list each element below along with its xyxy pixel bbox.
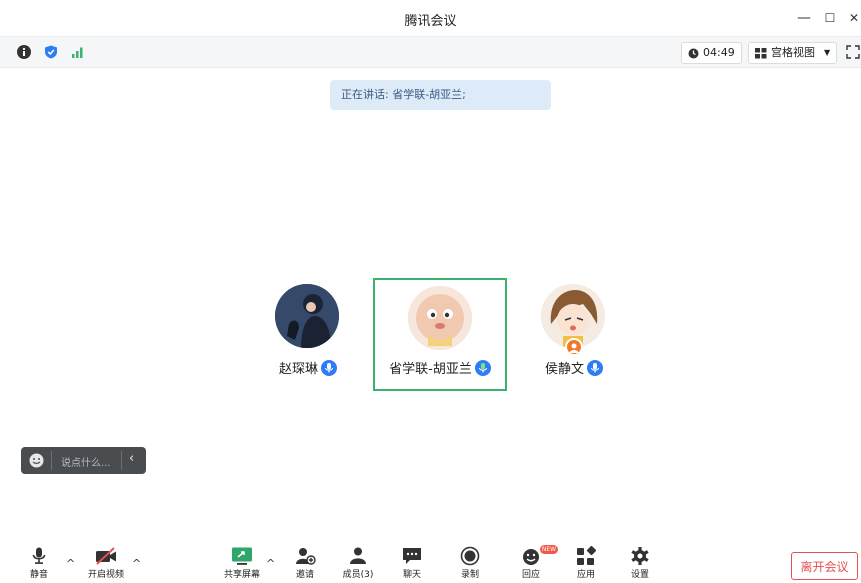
- grid-icon: [755, 47, 767, 58]
- apps-icon: [577, 546, 597, 565]
- divider: [121, 451, 122, 470]
- members-icon: [350, 547, 366, 564]
- view-mode-dropdown[interactable]: 宫格视图 ▼: [748, 42, 838, 64]
- new-badge: NEW: [540, 545, 558, 554]
- start-video-button[interactable]: 开启视频: [84, 546, 128, 582]
- divider: [51, 451, 52, 470]
- audio-options-caret-icon[interactable]: ^: [66, 557, 75, 570]
- invite-button[interactable]: 邀请: [283, 546, 327, 582]
- avatar: [275, 284, 339, 348]
- record-button[interactable]: 录制: [448, 546, 492, 582]
- participant-name: 赵琛琳: [278, 362, 318, 377]
- share-screen-icon: [232, 547, 252, 565]
- members-label: 成员(3): [342, 570, 374, 580]
- title-bar: 腾讯会议 — ☐ ✕: [0, 0, 861, 37]
- bottom-toolbar: 静音 ^ 开启视频 ^ 共享屏幕 ^ 邀请 成员(3) 聊天 录制 回应 应用 …: [0, 536, 861, 583]
- start-video-label: 开启视频: [87, 570, 124, 580]
- apps-button[interactable]: 应用: [564, 546, 608, 582]
- mic-icon: [321, 359, 337, 376]
- participant-tile[interactable]: 赵琛琳: [243, 278, 373, 390]
- share-screen-label: 共享屏幕: [223, 570, 260, 580]
- video-options-caret-icon[interactable]: ^: [132, 557, 141, 570]
- chat-label: 聊天: [402, 570, 421, 580]
- record-icon: [460, 546, 480, 566]
- share-screen-button[interactable]: 共享屏幕: [220, 546, 264, 582]
- host-badge-icon: [565, 338, 583, 356]
- shield-icon[interactable]: [44, 45, 58, 59]
- microphone-icon: [32, 547, 46, 564]
- fullscreen-icon[interactable]: [846, 45, 860, 59]
- signal-icon[interactable]: [71, 45, 85, 59]
- minimize-button[interactable]: —: [794, 9, 814, 27]
- leave-meeting-button[interactable]: 离开会议: [791, 552, 858, 580]
- collapse-chevron-icon[interactable]: ‹: [129, 451, 134, 466]
- video-off-icon: [96, 547, 116, 565]
- speaking-indicator: 正在讲话: 省学联-胡亚兰;: [330, 80, 551, 110]
- clock-icon: [688, 48, 699, 58]
- add-user-icon: [296, 548, 316, 565]
- window-title: 腾讯会议: [404, 14, 457, 29]
- settings-label: 设置: [630, 570, 649, 580]
- share-options-caret-icon[interactable]: ^: [266, 557, 275, 570]
- chat-button[interactable]: 聊天: [390, 546, 434, 582]
- avatar: [408, 286, 472, 350]
- participant-tile-active[interactable]: 省学联-胡亚兰: [373, 278, 507, 391]
- invite-label: 邀请: [295, 570, 314, 580]
- gear-icon: [631, 547, 649, 565]
- participant-name-row: 赵琛琳: [243, 358, 373, 377]
- participant-name: 侯静文: [544, 362, 584, 377]
- mute-label: 静音: [29, 570, 48, 580]
- timer-value: 04:49: [703, 46, 735, 59]
- chat-icon: [403, 548, 421, 564]
- members-button[interactable]: 成员(3): [336, 546, 380, 582]
- apps-label: 应用: [576, 570, 595, 580]
- mic-icon: [587, 359, 603, 376]
- view-mode-label: 宫格视图: [771, 46, 815, 59]
- participant-name-row: 省学联-胡亚兰: [375, 358, 505, 377]
- record-label: 录制: [460, 570, 479, 580]
- quick-chat-box[interactable]: 说点什么... ‹: [21, 447, 146, 474]
- meeting-timer[interactable]: 04:49: [681, 42, 742, 64]
- mic-speaking-icon: [474, 359, 491, 376]
- info-icon[interactable]: [17, 45, 31, 59]
- chat-input[interactable]: 说点什么...: [61, 454, 111, 469]
- participant-name-row: 侯静文: [509, 358, 639, 377]
- close-button[interactable]: ✕: [844, 9, 861, 27]
- react-emoji-icon: [523, 549, 539, 565]
- settings-button[interactable]: 设置: [618, 546, 662, 582]
- maximize-button[interactable]: ☐: [820, 9, 840, 27]
- emoji-icon[interactable]: [29, 453, 44, 468]
- meeting-info-bar: 04:49 宫格视图 ▼: [0, 37, 861, 68]
- participant-tile[interactable]: 侯静文: [509, 278, 639, 390]
- chevron-down-icon: ▼: [824, 48, 831, 57]
- participant-name: 省学联-胡亚兰: [389, 362, 472, 377]
- mute-button[interactable]: 静音: [17, 546, 61, 582]
- react-label: 回应: [521, 570, 540, 580]
